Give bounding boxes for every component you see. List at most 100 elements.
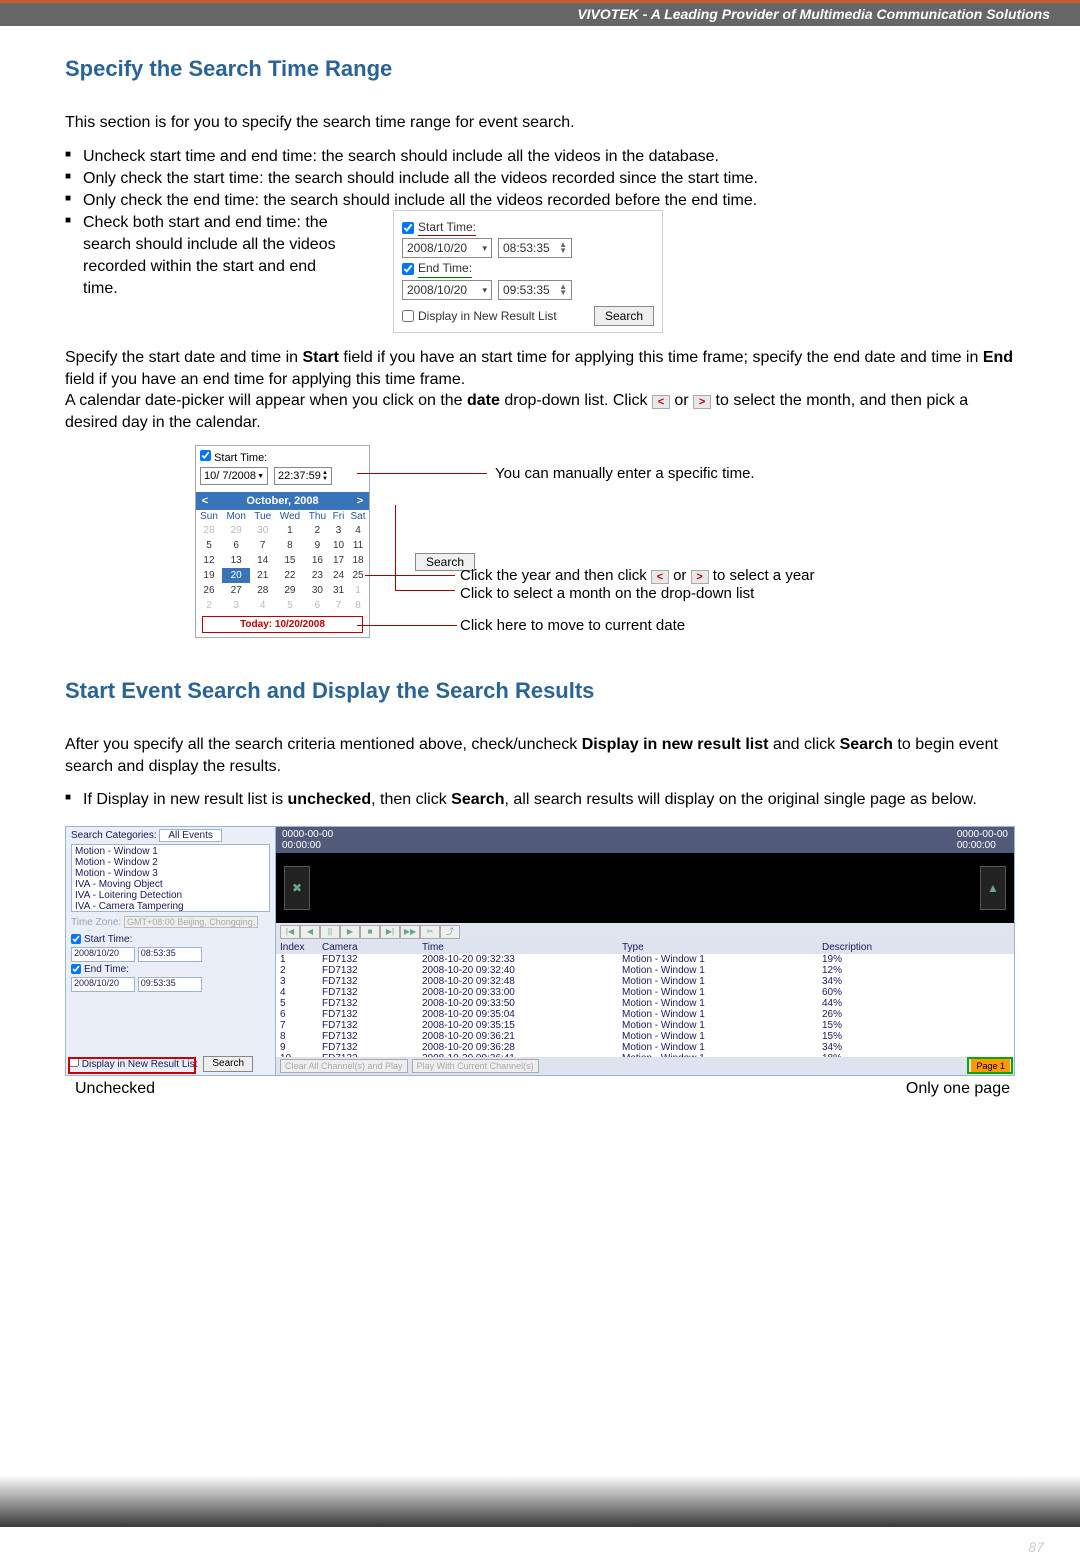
footer-gradient: User's Manual - 87 — [0, 1475, 1080, 1527]
cal-start-row: Start Time: — [200, 450, 365, 464]
chevron-down-icon[interactable]: ▾ — [482, 284, 487, 296]
header-bar: VIVOTEK - A Leading Provider of Multimed… — [0, 0, 1080, 26]
results-screenshot: Search Categories: All Events Motion - W… — [65, 826, 1015, 1076]
up-button[interactable]: ⤴ — [440, 925, 460, 939]
end-checkbox[interactable] — [402, 263, 414, 275]
bullet-item: If Display in new result list is uncheck… — [65, 789, 1020, 811]
unchecked-highlight — [68, 1057, 196, 1074]
selected-day[interactable]: 20 — [222, 568, 250, 583]
r-start-time[interactable]: 08:53:35 — [138, 947, 202, 962]
para3: A calendar date-picker will appear when … — [65, 390, 1020, 433]
categories-listbox[interactable]: Motion - Window 1 Motion - Window 2 Moti… — [71, 844, 270, 912]
search-button[interactable]: Search — [594, 306, 654, 326]
display-label: Display in New Result List — [418, 309, 557, 323]
prev-month-button[interactable]: < — [196, 492, 214, 510]
table-row[interactable]: 2FD71322008-10-20 09:32:40Motion - Windo… — [276, 965, 1014, 976]
cut-button[interactable]: ✂ — [420, 925, 440, 939]
section1-title: Specify the Search Time Range — [65, 56, 1020, 82]
video-placeholder[interactable]: ✖ — [284, 866, 310, 910]
table-row[interactable]: 6FD71322008-10-20 09:35:04Motion - Windo… — [276, 1009, 1014, 1020]
spinner-icon[interactable]: ▲▼ — [322, 470, 328, 482]
start-checkbox[interactable] — [402, 222, 414, 234]
table-row[interactable]: 4FD71322008-10-20 09:33:00Motion - Windo… — [276, 987, 1014, 998]
play-button[interactable]: ▶ — [340, 925, 360, 939]
caption-left: Unchecked — [75, 1080, 155, 1098]
annot-select-month: Click to select a month on the drop-down… — [460, 585, 754, 602]
display-checkbox[interactable] — [402, 310, 414, 322]
r-end-date[interactable]: 2008/10/20 — [71, 977, 135, 992]
header-title: VIVOTEK - A Leading Provider of Multimed… — [577, 6, 1050, 22]
tz-row: Time Zone: GMT+08:00 Beijing, Chongqing, — [71, 917, 270, 928]
table-row[interactable]: 7FD71322008-10-20 09:35:15Motion - Windo… — [276, 1020, 1014, 1031]
cal-time-input[interactable]: 22:37:59▲▼ — [274, 467, 332, 485]
caption-right: Only one page — [906, 1080, 1010, 1098]
page-highlight — [967, 1057, 1013, 1074]
annot-select-year: Click the year and then click < or > to … — [460, 567, 815, 584]
r-start-checkbox[interactable] — [71, 934, 81, 944]
panel-bottom-row: Display in New Result List Search — [402, 306, 654, 326]
cal-top: Start Time: 10/ 7/2008▼ 22:37:59▲▼ — [196, 446, 369, 489]
results-table: Index Camera Time Type Description 1FD71… — [276, 941, 1014, 1075]
search-cat-select[interactable]: All Events — [159, 829, 221, 842]
bullet-item: Uncheck start time and end time: the sea… — [65, 146, 1020, 168]
play-channels-button[interactable]: Play With Current Channel(s) — [412, 1059, 539, 1073]
table-row[interactable]: 9FD71322008-10-20 09:36:28Motion - Windo… — [276, 1042, 1014, 1053]
annotation-line — [357, 625, 457, 626]
start-inputs: 2008/10/20▾ 08:53:35▲▼ — [402, 238, 654, 258]
start-date-input[interactable]: 2008/10/20▾ — [402, 238, 492, 258]
section1-intro: This section is for you to specify the s… — [65, 112, 1020, 134]
clear-channels-button[interactable]: Clear All Channel(s) and Play — [280, 1059, 408, 1073]
video-area: ✖ ▲ — [276, 853, 1014, 923]
first-button[interactable]: |◀ — [280, 925, 300, 939]
next-arrow-icon[interactable]: > — [691, 570, 709, 584]
end-date-input[interactable]: 2008/10/20▾ — [402, 280, 492, 300]
section1-bullets: Uncheck start time and end time: the sea… — [65, 146, 1020, 333]
tz-input[interactable]: GMT+08:00 Beijing, Chongqing, — [124, 916, 258, 928]
table-row[interactable]: 5FD71322008-10-20 09:33:50Motion - Windo… — [276, 998, 1014, 1009]
annotation-line — [395, 505, 396, 590]
spinner-icon[interactable]: ▲▼ — [559, 284, 567, 296]
month-title[interactable]: October, 2008 — [214, 492, 351, 510]
pause-button[interactable]: || — [320, 925, 340, 939]
prev-button[interactable]: ◀ — [300, 925, 320, 939]
today-link[interactable]: Today: 10/20/2008 — [202, 616, 363, 633]
last-button[interactable]: ▶▶ — [400, 925, 420, 939]
r-end-time[interactable]: 09:53:35 — [138, 977, 202, 992]
end-check-row: End Time: — [71, 964, 270, 975]
stop-button[interactable]: ■ — [360, 925, 380, 939]
next-arrow-icon[interactable]: > — [693, 395, 711, 409]
r-search-button[interactable]: Search — [203, 1056, 253, 1072]
bullet-item: Only check the start time: the search sh… — [65, 168, 1020, 190]
r-end-checkbox[interactable] — [71, 964, 81, 974]
r-start-inputs: 2008/10/20 08:53:35 — [71, 947, 270, 962]
cal-date-input[interactable]: 10/ 7/2008▼ — [200, 467, 268, 485]
cal-date-row: 10/ 7/2008▼ 22:37:59▲▼ — [200, 467, 365, 485]
bullet-item: Check both start and end time: the searc… — [65, 212, 1020, 333]
calendar-grid: Sun Mon Tue Wed Thu Fri Sat 2829301234 5… — [196, 510, 369, 613]
video-placeholder[interactable]: ▲ — [980, 866, 1006, 910]
annotation-line — [365, 575, 455, 576]
time-range-panel: Start Time: 2008/10/20▾ 08:53:35▲▼ End T… — [393, 210, 663, 333]
start-row: Start Time: — [402, 219, 654, 237]
prev-arrow-icon[interactable]: < — [652, 395, 670, 409]
chevron-down-icon[interactable]: ▼ — [257, 473, 264, 480]
table-header: Index Camera Time Type Description — [276, 941, 1014, 954]
r-start-date[interactable]: 2008/10/20 — [71, 947, 135, 962]
chevron-down-icon[interactable]: ▾ — [482, 242, 487, 254]
results-left-panel: Search Categories: All Events Motion - W… — [66, 827, 276, 1075]
next-month-button[interactable]: > — [351, 492, 369, 510]
start-time-input[interactable]: 08:53:35▲▼ — [498, 238, 572, 258]
results-bottom-bar: Clear All Channel(s) and Play Play With … — [276, 1057, 1014, 1075]
display-checkbox-wrap: Display in New Result List — [402, 308, 557, 325]
spinner-icon[interactable]: ▲▼ — [559, 242, 567, 254]
cal-start-checkbox[interactable] — [200, 450, 211, 461]
prev-arrow-icon[interactable]: < — [651, 570, 669, 584]
table-row[interactable]: 3FD71322008-10-20 09:32:48Motion - Windo… — [276, 976, 1014, 987]
next-button[interactable]: ▶| — [380, 925, 400, 939]
annotation-line — [357, 473, 487, 474]
end-time-input[interactable]: 09:53:35▲▼ — [498, 280, 572, 300]
table-row[interactable]: 8FD71322008-10-20 09:36:21Motion - Windo… — [276, 1031, 1014, 1042]
time-header: 0000-00-00 00:00:00 0000-00-00 00:00:00 — [276, 827, 1014, 853]
table-row[interactable]: 1FD71322008-10-20 09:32:33Motion - Windo… — [276, 954, 1014, 965]
content-area: Specify the Search Time Range This secti… — [0, 26, 1080, 1128]
